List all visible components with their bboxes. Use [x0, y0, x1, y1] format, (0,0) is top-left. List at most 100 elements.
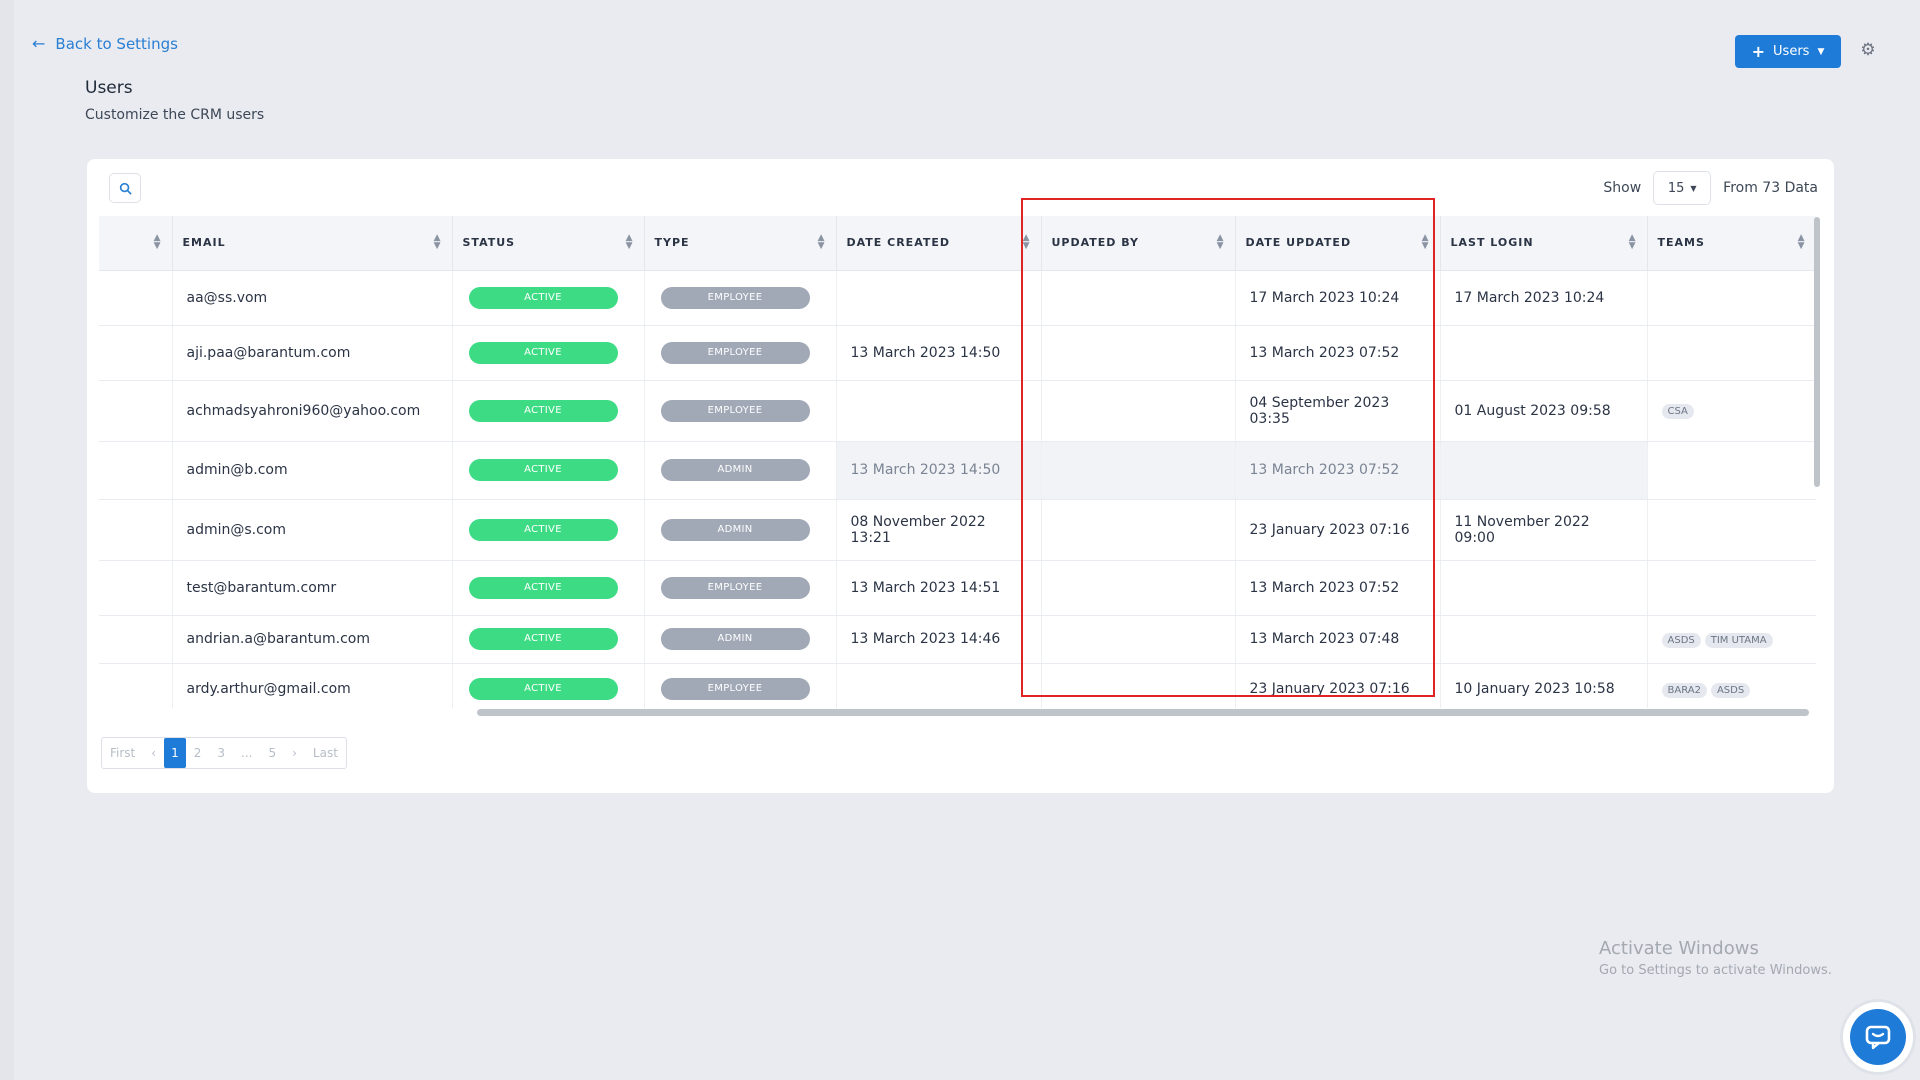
users-table: ▲ ▼ EMAIL ▲ ▼ STATUS ▲ ▼ TYPE ▲ ▼ DATE CREATED ▲…	[99, 216, 1816, 708]
row-leading-cell	[99, 560, 173, 616]
watermark-title: Activate Windows	[1599, 938, 1759, 959]
status-cell: ACTIVE	[452, 380, 645, 442]
column-header-date-updated[interactable]: DATE UPDATED ▲ ▼	[1235, 216, 1441, 271]
date-created-cell: 13 March 2023 14:50	[836, 325, 1042, 381]
date-created-cell: 08 November 2022 13:21	[836, 499, 1042, 561]
status-cell: ACTIVE	[452, 499, 645, 561]
date-updated-cell: 13 March 2023 07:52	[1235, 325, 1441, 381]
table-row[interactable]: aa@ss.vom ACTIVE EMPLOYEE 17 March 2023 10:…	[99, 270, 1816, 326]
email-cell: aa@ss.vom	[172, 270, 453, 326]
pagination: First ‹ 1 2 3 ... 5 › Last	[101, 737, 347, 769]
chevron-down-icon: ▼	[1690, 183, 1697, 193]
arrow-left-icon: ←	[32, 34, 46, 53]
status-cell: ACTIVE	[452, 325, 645, 381]
date-updated-cell: 13 March 2023 07:48	[1235, 615, 1441, 664]
last-login-cell: 10 January 2023 10:58	[1440, 663, 1648, 708]
date-updated-cell: 13 March 2023 07:52	[1235, 560, 1441, 616]
last-login-cell	[1440, 560, 1648, 616]
updated-by-cell	[1041, 560, 1236, 616]
type-cell: ADMIN	[644, 441, 837, 500]
horizontal-scrollbar[interactable]	[477, 709, 1809, 716]
page-button[interactable]: 3	[209, 738, 233, 768]
type-badge: EMPLOYEE	[660, 678, 810, 700]
status-badge: ACTIVE	[468, 576, 618, 599]
column-header-type[interactable]: TYPE ▲ ▼	[644, 216, 837, 271]
sort-icon: ▲ ▼	[817, 233, 826, 251]
status-cell: ACTIVE	[452, 270, 645, 326]
vertical-scrollbar[interactable]	[1814, 217, 1820, 487]
type-cell: EMPLOYEE	[644, 325, 837, 381]
table-row[interactable]: admin@s.com ACTIVE ADMIN 08 November 2022 1…	[99, 499, 1816, 561]
updated-by-cell	[1041, 615, 1236, 664]
status-badge: ACTIVE	[468, 628, 618, 650]
date-created-cell: 13 March 2023 14:51	[836, 560, 1042, 616]
back-to-settings-link[interactable]: ← Back to Settings	[32, 34, 178, 53]
updated-by-cell	[1041, 441, 1236, 500]
column-header-updated-by[interactable]: UPDATED BY ▲ ▼	[1041, 216, 1236, 271]
type-badge: EMPLOYEE	[660, 286, 810, 309]
plus-icon: +	[1751, 41, 1766, 61]
page-button[interactable]: 5	[260, 738, 284, 768]
add-users-button[interactable]: + Users ▼	[1735, 35, 1841, 68]
column-header-email[interactable]: EMAIL ▲ ▼	[172, 216, 453, 271]
updated-by-cell	[1041, 270, 1236, 326]
teams-cell: ASDS TIM UTAMA	[1647, 615, 1816, 664]
row-leading-cell	[99, 380, 173, 442]
prev-page-button[interactable]: ‹	[143, 738, 164, 768]
gear-icon[interactable]: ⚙	[1858, 40, 1878, 60]
table-row[interactable]: admin@b.com ACTIVE ADMIN 13 March 2023 14:5…	[99, 441, 1816, 500]
teams-cell: CSA	[1647, 380, 1816, 442]
updated-by-cell	[1041, 663, 1236, 708]
type-badge: ADMIN	[660, 459, 810, 481]
column-header-status[interactable]: STATUS ▲ ▼	[452, 216, 645, 271]
type-badge: EMPLOYEE	[660, 576, 810, 599]
table-row[interactable]: achmadsyahroni960@yahoo.com ACTIVE EMPLOYE…	[99, 380, 1816, 442]
row-leading-cell	[99, 499, 173, 561]
column-header-last-login[interactable]: LAST LOGIN ▲ ▼	[1440, 216, 1648, 271]
first-page-button[interactable]: First	[102, 738, 143, 768]
table-row[interactable]: andrian.a@barantum.com ACTIVE ADMIN 13 Marc…	[99, 615, 1816, 664]
column-header[interactable]: ▲ ▼	[99, 216, 173, 271]
row-leading-cell	[99, 615, 173, 664]
last-login-cell	[1440, 325, 1648, 381]
email-cell: achmadsyahroni960@yahoo.com	[172, 380, 453, 442]
back-label: Back to Settings	[55, 34, 178, 53]
table-row[interactable]: test@barantum.comr ACTIVE EMPLOYEE 13 March…	[99, 560, 1816, 616]
sort-icon: ▲ ▼	[153, 233, 162, 251]
last-login-cell	[1440, 615, 1648, 664]
updated-by-cell	[1041, 499, 1236, 561]
column-header-date-created[interactable]: DATE CREATED ▲ ▼	[836, 216, 1042, 271]
type-cell: EMPLOYEE	[644, 270, 837, 326]
status-badge: ACTIVE	[468, 518, 618, 541]
teams-cell	[1647, 325, 1816, 381]
status-badge: ACTIVE	[468, 286, 618, 309]
page-button[interactable]: 1	[164, 738, 186, 768]
page-ellipsis: ...	[241, 746, 253, 760]
team-tag: ASDS	[1661, 632, 1701, 648]
date-updated-cell: 17 March 2023 10:24	[1235, 270, 1441, 326]
chat-widget-button[interactable]	[1843, 1002, 1913, 1072]
type-badge: EMPLOYEE	[660, 341, 810, 364]
page-size-value: 15	[1667, 180, 1685, 196]
table-row[interactable]: ardy.arthur@gmail.com ACTIVE EMPLOYEE 23 Ja…	[99, 663, 1816, 708]
last-login-cell	[1440, 441, 1648, 500]
email-cell: andrian.a@barantum.com	[172, 615, 453, 664]
type-badge: ADMIN	[660, 628, 810, 650]
page-button[interactable]: 2	[186, 738, 210, 768]
status-cell: ACTIVE	[452, 615, 645, 664]
status-badge: ACTIVE	[468, 459, 618, 481]
last-page-button[interactable]: Last	[305, 738, 346, 768]
search-button[interactable]	[109, 173, 141, 203]
users-table-scroll[interactable]: ▲ ▼ EMAIL ▲ ▼ STATUS ▲ ▼ TYPE ▲ ▼ DATE CREATED ▲…	[99, 216, 1816, 708]
type-cell: EMPLOYEE	[644, 560, 837, 616]
sort-icon: ▲ ▼	[1421, 233, 1430, 251]
teams-cell	[1647, 560, 1816, 616]
teams-cell	[1647, 441, 1816, 500]
table-row[interactable]: aji.paa@barantum.com ACTIVE EMPLOYEE 13 Mar…	[99, 325, 1816, 381]
next-page-button[interactable]: ›	[284, 738, 305, 768]
page-size-select[interactable]: 15 ▼	[1653, 171, 1712, 205]
team-tag: CSA	[1661, 404, 1694, 419]
updated-by-cell	[1041, 325, 1236, 381]
page-size-control: Show 15 ▼ From 73 Data	[1603, 171, 1818, 205]
column-header-teams[interactable]: TEAMS ▲ ▼	[1647, 216, 1816, 271]
